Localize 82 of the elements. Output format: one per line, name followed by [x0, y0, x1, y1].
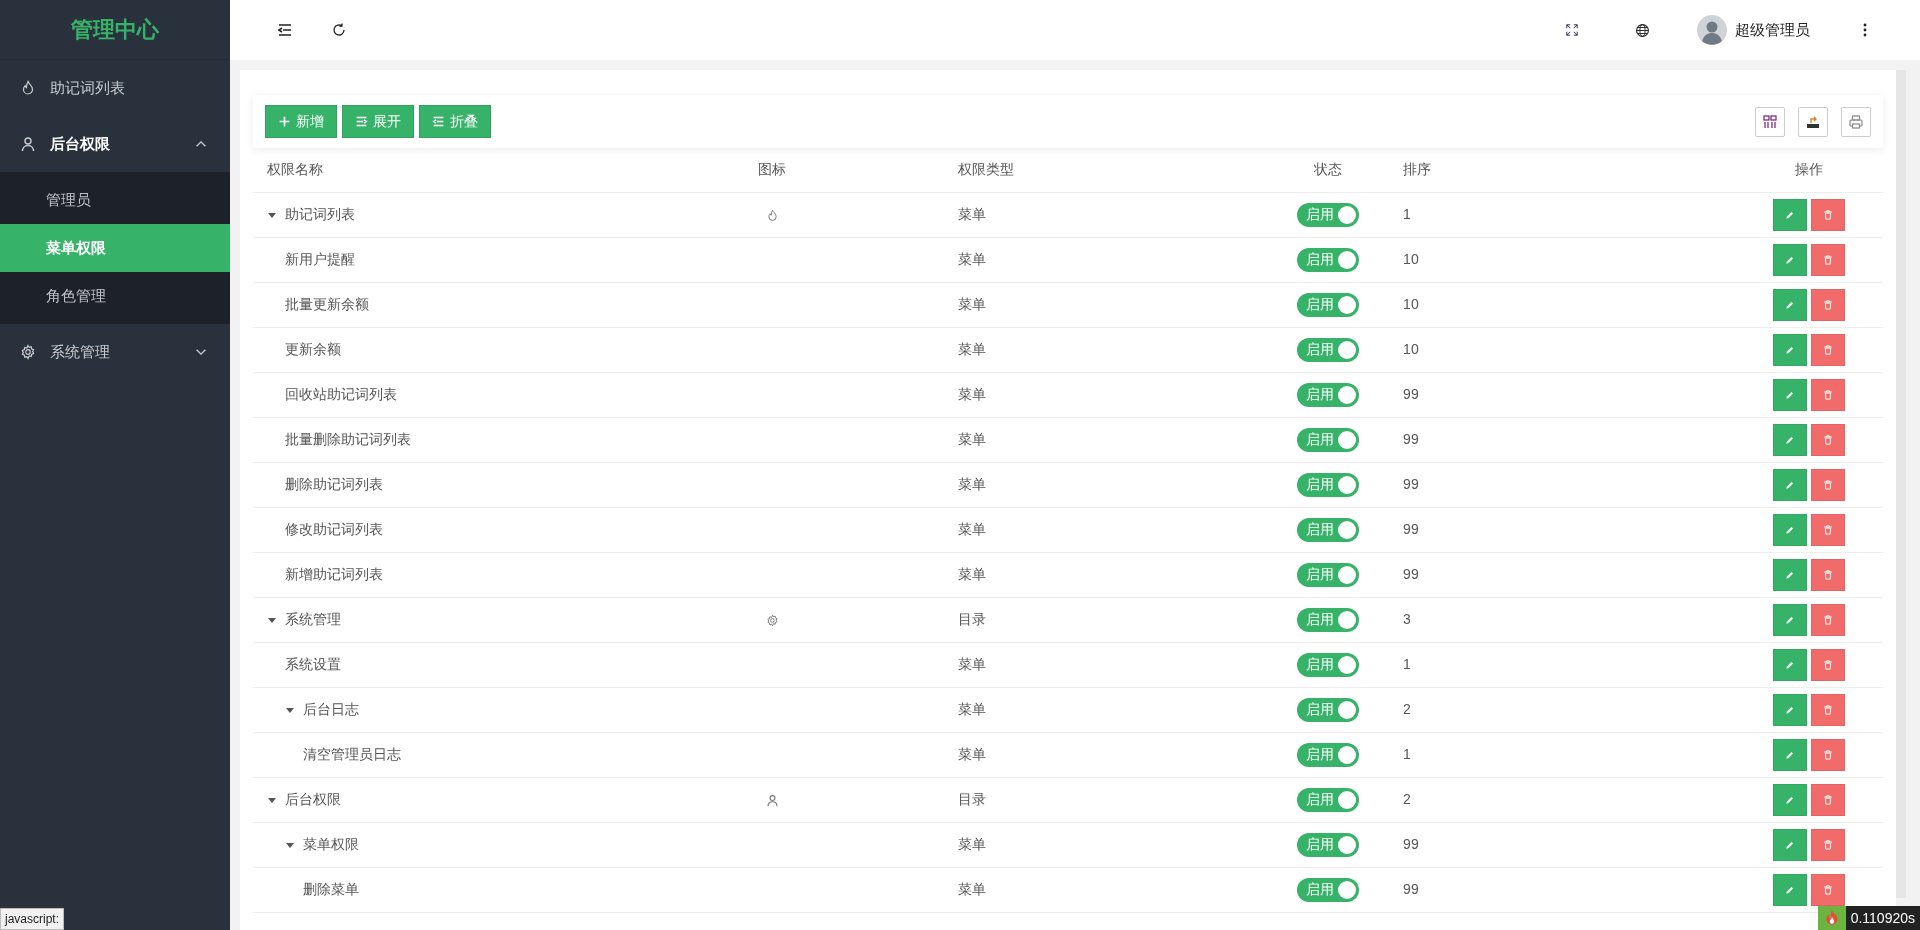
column-header: 权限类型: [958, 161, 1015, 178]
status-switch[interactable]: 启用: [1296, 427, 1359, 452]
permission-name: 修改助记词列表: [285, 520, 383, 539]
status-switch[interactable]: 启用: [1296, 382, 1359, 407]
column-header: 状态: [1313, 161, 1342, 178]
status-switch[interactable]: 启用: [1296, 832, 1359, 857]
sort-order: 2: [1403, 791, 1411, 807]
sort-order: 99: [1403, 566, 1419, 582]
sort-order: 99: [1403, 431, 1419, 447]
sort-order: 10: [1403, 341, 1419, 357]
permission-type: 菜单: [958, 296, 987, 312]
sort-order: 99: [1403, 836, 1419, 852]
status-switch[interactable]: 启用: [1296, 517, 1359, 542]
status-switch[interactable]: 启用: [1296, 697, 1359, 722]
sort-order: 1: [1403, 206, 1411, 222]
sidebar-subitem[interactable]: 菜单权限: [0, 224, 230, 272]
permission-name: 系统设置: [285, 655, 341, 674]
column-header: 权限名称: [267, 161, 323, 178]
permission-name: 后台日志: [303, 700, 359, 719]
sort-order: 3: [1403, 611, 1411, 627]
sidebar-item[interactable]: 系统管理: [0, 324, 230, 380]
permission-name: 新用户提醒: [285, 250, 355, 269]
column-header: 排序: [1403, 161, 1432, 178]
permission-name: 更新余额: [285, 340, 341, 359]
sort-order: 10: [1403, 251, 1419, 267]
permission-type: 菜单: [958, 251, 987, 267]
expand-button[interactable]: 展开: [342, 105, 414, 138]
sort-order: 99: [1403, 521, 1419, 537]
sort-order: 99: [1403, 881, 1419, 897]
permission-type: 菜单: [958, 746, 987, 762]
permission-type: 菜单: [958, 701, 987, 717]
column-header: 图标: [758, 161, 787, 178]
permission-name: 清空管理员日志: [303, 745, 401, 764]
link-hint-tooltip: javascript:: [0, 908, 65, 930]
status-switch[interactable]: 启用: [1296, 337, 1359, 362]
permission-type: 目录: [958, 791, 987, 807]
permission-type: 菜单: [958, 341, 987, 357]
sidebar-item[interactable]: 助记词列表: [0, 60, 230, 116]
permission-name: 批量删除助记词列表: [285, 430, 411, 449]
permission-name: 系统管理: [285, 610, 341, 629]
debug-timing[interactable]: 0.110920s: [1845, 906, 1920, 930]
permission-type: 菜单: [958, 881, 987, 897]
permission-type: 菜单: [958, 431, 987, 447]
status-switch[interactable]: 启用: [1296, 562, 1359, 587]
permission-name: 后台权限: [285, 790, 341, 809]
status-switch[interactable]: 启用: [1296, 742, 1359, 767]
sort-order: 2: [1403, 701, 1411, 717]
status-switch[interactable]: 启用: [1296, 787, 1359, 812]
sidebar-item[interactable]: 后台权限: [0, 116, 230, 172]
permission-type: 菜单: [958, 836, 987, 852]
permission-name: 新增助记词列表: [285, 565, 383, 584]
permission-name: 删除菜单: [303, 880, 359, 899]
column-header: 操作: [1794, 161, 1823, 178]
add-button[interactable]: 新增: [265, 105, 337, 138]
status-switch[interactable]: 启用: [1296, 202, 1359, 227]
status-switch[interactable]: 启用: [1296, 877, 1359, 902]
permission-name: 菜单权限: [303, 835, 359, 854]
sort-order: 10: [1403, 296, 1419, 312]
status-switch[interactable]: 启用: [1296, 607, 1359, 632]
permission-name: 批量更新余额: [285, 295, 369, 314]
permission-name: 助记词列表: [285, 205, 355, 224]
permission-type: 菜单: [958, 476, 987, 492]
sort-order: 99: [1403, 386, 1419, 402]
collapse-button[interactable]: 折叠: [419, 105, 491, 138]
status-switch[interactable]: 启用: [1296, 292, 1359, 317]
permission-type: 菜单: [958, 656, 987, 672]
permission-type: 菜单: [958, 386, 987, 402]
status-switch[interactable]: 启用: [1296, 247, 1359, 272]
permission-type: 目录: [958, 611, 987, 627]
permission-name: 回收站助记词列表: [285, 385, 397, 404]
permission-name: 删除助记词列表: [285, 475, 383, 494]
sort-order: 1: [1403, 656, 1411, 672]
status-switch[interactable]: 启用: [1296, 652, 1359, 677]
status-switch[interactable]: 启用: [1296, 472, 1359, 497]
user-name[interactable]: 超级管理员: [1735, 18, 1810, 42]
permission-type: 菜单: [958, 566, 987, 582]
sort-order: 99: [1403, 476, 1419, 492]
sidebar-subitem[interactable]: 管理员: [0, 176, 230, 224]
permission-type: 菜单: [958, 521, 987, 537]
sort-order: 1: [1403, 746, 1411, 762]
permission-type: 菜单: [958, 206, 987, 222]
sidebar-subitem[interactable]: 角色管理: [0, 272, 230, 320]
